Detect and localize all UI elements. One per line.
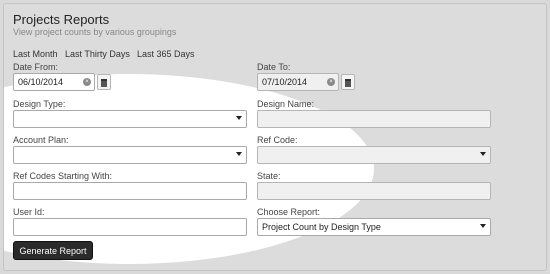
date-to-calendar-button[interactable]: [341, 74, 355, 90]
date-from-input[interactable]: 06/10/2014 ×: [13, 73, 95, 91]
ref-code-select[interactable]: [257, 146, 491, 164]
design-name-input[interactable]: [257, 110, 491, 128]
user-id-label: User Id:: [13, 207, 45, 217]
page-title: Projects Reports: [13, 12, 110, 27]
state-input[interactable]: [257, 182, 491, 200]
date-to-value: 07/10/2014: [262, 77, 308, 87]
choose-report-value: Project Count by Design Type: [262, 222, 381, 232]
generate-report-button[interactable]: Generate Report: [13, 241, 93, 260]
chevron-down-icon: [236, 116, 242, 120]
calendar-icon: [101, 79, 107, 87]
chevron-down-icon: [480, 152, 486, 156]
account-plan-select[interactable]: [13, 146, 247, 164]
calendar-icon: [345, 79, 351, 87]
chevron-down-icon: [236, 152, 242, 156]
date-from-value: 06/10/2014: [18, 77, 64, 87]
date-from-label: Date From:: [13, 62, 59, 72]
clear-icon[interactable]: ×: [327, 78, 335, 86]
choose-report-label: Choose Report:: [257, 207, 321, 217]
date-to-label: Date To:: [257, 62, 291, 72]
ref-codes-starting-label: Ref Codes Starting With:: [13, 171, 113, 181]
chevron-down-icon: [480, 224, 486, 228]
date-to-input[interactable]: 07/10/2014 ×: [257, 73, 339, 91]
choose-report-select[interactable]: Project Count by Design Type: [257, 218, 491, 236]
ref-codes-starting-input[interactable]: [13, 182, 247, 200]
date-from-calendar-button[interactable]: [97, 74, 111, 90]
last-365-days-link[interactable]: Last 365 Days: [137, 49, 195, 59]
last-month-link[interactable]: Last Month: [13, 49, 58, 59]
clear-icon[interactable]: ×: [83, 78, 91, 86]
last-thirty-days-link[interactable]: Last Thirty Days: [65, 49, 130, 59]
user-id-input[interactable]: [13, 218, 247, 236]
design-type-select[interactable]: [13, 110, 247, 128]
design-name-label: Design Name:: [257, 99, 315, 109]
design-type-label: Design Type:: [13, 99, 66, 109]
state-label: State:: [257, 171, 281, 181]
reports-panel: Projects Reports View project counts by …: [3, 3, 547, 271]
page-subtitle: View project counts by various groupings: [13, 27, 177, 37]
ref-code-label: Ref Code:: [257, 135, 298, 145]
account-plan-label: Account Plan:: [13, 135, 69, 145]
